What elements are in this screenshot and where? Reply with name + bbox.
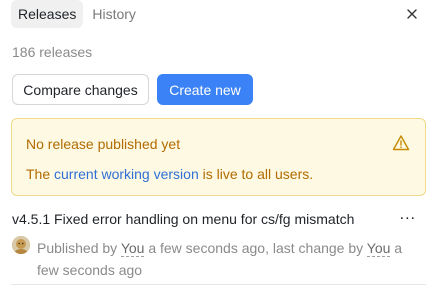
tab-bar: Releases History (11, 0, 143, 28)
avatar (12, 236, 30, 254)
more-horizontal-icon[interactable]: ... (400, 206, 416, 224)
warning-text: The current working version is live to a… (26, 166, 313, 182)
warning-text-after: is live to all users. (198, 166, 314, 182)
warning-triangle-icon (392, 134, 410, 152)
publisher-link[interactable]: You (120, 240, 145, 257)
changer-link[interactable]: You (366, 240, 391, 257)
current-working-version-link[interactable]: current working version (54, 166, 199, 182)
warning-banner: No release published yet The current wor… (11, 118, 426, 196)
create-new-button[interactable]: Create new (157, 74, 253, 105)
release-meta: Published by You a few seconds ago, last… (37, 237, 417, 281)
divider (11, 284, 426, 285)
compare-changes-button[interactable]: Compare changes (12, 74, 149, 105)
tab-releases[interactable]: Releases (11, 0, 84, 28)
warning-title: No release published yet (26, 136, 181, 152)
release-count: 186 releases (12, 44, 93, 60)
published-prefix: Published by (37, 240, 121, 256)
release-title[interactable]: v4.5.1 Fixed error handling on menu for … (12, 211, 354, 227)
tab-history[interactable]: History (85, 0, 143, 28)
warning-text-before: The (26, 166, 55, 182)
close-icon[interactable] (402, 4, 422, 24)
published-time: a few seconds ago, last change by (144, 240, 367, 256)
